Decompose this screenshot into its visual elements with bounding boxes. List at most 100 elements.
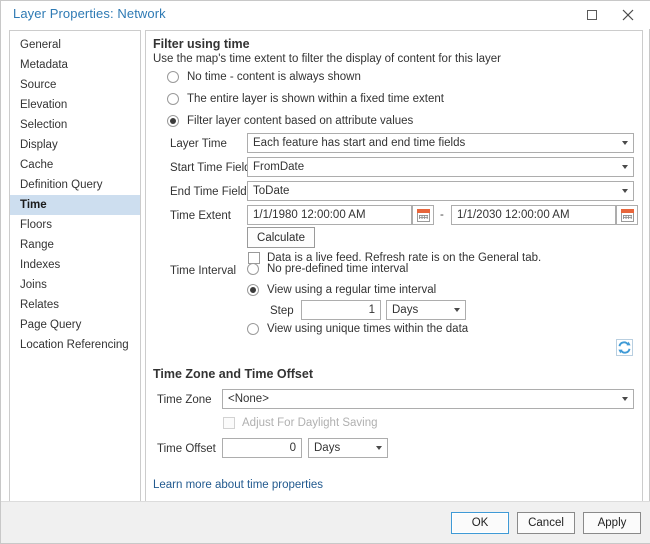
time-settings-panel: Filter using time Use the map's time ext… bbox=[145, 30, 643, 502]
sidebar-item-general[interactable]: General bbox=[10, 35, 140, 55]
sidebar-item-label: Selection bbox=[20, 119, 68, 131]
sidebar-item-definition-query[interactable]: Definition Query bbox=[10, 175, 140, 195]
chevron-down-icon bbox=[449, 308, 465, 312]
time-offset-input[interactable]: 0 bbox=[222, 438, 302, 458]
radio-attribute-values-label: Filter layer content based on attribute … bbox=[187, 115, 414, 127]
time-extent-label: Time Extent bbox=[170, 210, 231, 222]
sidebar-item-label: Relates bbox=[20, 299, 59, 311]
time-offset-label: Time Offset bbox=[157, 443, 216, 455]
time-extent-end-input[interactable]: 1/1/2030 12:00:00 AM bbox=[451, 205, 616, 225]
end-time-field-value: ToDate bbox=[253, 185, 290, 197]
time-extent-start-calendar-button[interactable] bbox=[412, 205, 434, 225]
step-unit-select[interactable]: Days bbox=[386, 300, 466, 320]
daylight-saving-checkbox-box bbox=[223, 417, 235, 429]
sidebar-item-floors[interactable]: Floors bbox=[10, 215, 140, 235]
filter-section-description: Use the map's time extent to filter the … bbox=[153, 53, 501, 65]
sidebar-item-time[interactable]: Time bbox=[10, 195, 140, 215]
time-interval-label: Time Interval bbox=[170, 265, 237, 277]
sidebar-item-label: Page Query bbox=[20, 319, 82, 331]
cancel-button[interactable]: Cancel bbox=[517, 512, 575, 534]
sidebar-item-label: Elevation bbox=[20, 99, 68, 111]
end-time-field-label: End Time Field bbox=[170, 186, 247, 198]
sidebar-item-label: Definition Query bbox=[20, 179, 103, 191]
calendar-icon bbox=[416, 208, 430, 222]
radio-fixed-extent-label: The entire layer is shown within a fixed… bbox=[187, 93, 444, 105]
sidebar-item-label: Time bbox=[20, 199, 47, 211]
refresh-icon bbox=[616, 339, 633, 356]
layer-time-label: Layer Time bbox=[170, 138, 227, 150]
window-title: Layer Properties: Network bbox=[13, 6, 166, 21]
sidebar-item-joins[interactable]: Joins bbox=[10, 275, 140, 295]
sidebar-item-cache[interactable]: Cache bbox=[10, 155, 140, 175]
sidebar-item-location-referencing[interactable]: Location Referencing bbox=[10, 335, 140, 355]
radio-no-predefined-interval[interactable]: No pre-defined time interval bbox=[247, 263, 408, 275]
filter-section-heading: Filter using time bbox=[153, 37, 250, 51]
chevron-down-icon bbox=[617, 397, 633, 401]
close-icon bbox=[622, 9, 634, 21]
time-extent-separator: - bbox=[440, 209, 444, 221]
daylight-saving-checkbox[interactable]: Adjust For Daylight Saving bbox=[223, 417, 378, 429]
sidebar-item-source[interactable]: Source bbox=[10, 75, 140, 95]
apply-button[interactable]: Apply bbox=[583, 512, 641, 534]
radio-attribute-values-indicator bbox=[167, 115, 179, 127]
time-zone-section-heading: Time Zone and Time Offset bbox=[153, 367, 313, 381]
time-extent-start-input[interactable]: 1/1/1980 12:00:00 AM bbox=[247, 205, 412, 225]
sidebar-item-label: General bbox=[20, 39, 61, 51]
sidebar-item-display[interactable]: Display bbox=[10, 135, 140, 155]
chevron-down-icon bbox=[617, 189, 633, 193]
sidebar-item-label: Location Referencing bbox=[20, 339, 129, 351]
time-zone-value: <None> bbox=[228, 393, 269, 405]
chevron-down-icon bbox=[617, 165, 633, 169]
radio-regular-interval[interactable]: View using a regular time interval bbox=[247, 284, 436, 296]
sidebar-item-label: Source bbox=[20, 79, 57, 91]
layer-time-value: Each feature has start and end time fiel… bbox=[253, 137, 466, 149]
sidebar-item-label: Display bbox=[20, 139, 58, 151]
start-time-field-select[interactable]: FromDate bbox=[247, 157, 634, 177]
radio-no-time[interactable]: No time - content is always shown bbox=[167, 71, 361, 83]
end-time-field-select[interactable]: ToDate bbox=[247, 181, 634, 201]
time-offset-value: 0 bbox=[289, 442, 296, 454]
time-zone-select[interactable]: <None> bbox=[222, 389, 634, 409]
layer-time-select[interactable]: Each feature has start and end time fiel… bbox=[247, 133, 634, 153]
time-extent-start-value: 1/1/1980 12:00:00 AM bbox=[253, 209, 366, 221]
step-input[interactable]: 1 bbox=[301, 300, 381, 320]
radio-fixed-extent[interactable]: The entire layer is shown within a fixed… bbox=[167, 93, 444, 105]
sidebar-item-label: Range bbox=[20, 239, 54, 251]
sidebar-item-page-query[interactable]: Page Query bbox=[10, 315, 140, 335]
daylight-saving-label: Adjust For Daylight Saving bbox=[242, 417, 378, 429]
maximize-button[interactable] bbox=[575, 1, 609, 29]
start-time-field-value: FromDate bbox=[253, 161, 305, 173]
time-offset-unit-select[interactable]: Days bbox=[308, 438, 388, 458]
radio-unique-times[interactable]: View using unique times within the data bbox=[247, 323, 468, 335]
sidebar-item-selection[interactable]: Selection bbox=[10, 115, 140, 135]
sidebar-item-label: Metadata bbox=[20, 59, 68, 71]
sidebar-item-elevation[interactable]: Elevation bbox=[10, 95, 140, 115]
radio-no-time-indicator bbox=[167, 71, 179, 83]
radio-no-predefined-interval-indicator bbox=[247, 263, 259, 275]
sidebar-item-label: Floors bbox=[20, 219, 52, 231]
sidebar-item-relates[interactable]: Relates bbox=[10, 295, 140, 315]
calculate-button[interactable]: Calculate bbox=[247, 227, 315, 248]
step-value: 1 bbox=[368, 304, 375, 316]
radio-no-predefined-interval-label: No pre-defined time interval bbox=[267, 263, 409, 275]
radio-unique-times-label: View using unique times within the data bbox=[267, 323, 469, 335]
sidebar-item-label: Cache bbox=[20, 159, 54, 171]
radio-fixed-extent-indicator bbox=[167, 93, 179, 105]
close-button[interactable] bbox=[611, 1, 645, 29]
ok-button[interactable]: OK bbox=[451, 512, 509, 534]
step-label: Step bbox=[270, 305, 294, 317]
sidebar-item-indexes[interactable]: Indexes bbox=[10, 255, 140, 275]
chevron-down-icon bbox=[617, 141, 633, 145]
help-link[interactable]: Learn more about time properties bbox=[153, 479, 323, 491]
time-extent-end-value: 1/1/2030 12:00:00 AM bbox=[457, 209, 570, 221]
sidebar-item-label: Indexes bbox=[20, 259, 61, 271]
refresh-button[interactable] bbox=[616, 339, 633, 356]
time-offset-unit-value: Days bbox=[314, 442, 341, 454]
time-zone-label: Time Zone bbox=[157, 394, 212, 406]
calendar-icon bbox=[620, 208, 634, 222]
radio-attribute-values[interactable]: Filter layer content based on attribute … bbox=[167, 115, 413, 127]
sidebar-item-metadata[interactable]: Metadata bbox=[10, 55, 140, 75]
step-unit-value: Days bbox=[392, 304, 419, 316]
time-extent-end-calendar-button[interactable] bbox=[616, 205, 638, 225]
sidebar-item-range[interactable]: Range bbox=[10, 235, 140, 255]
